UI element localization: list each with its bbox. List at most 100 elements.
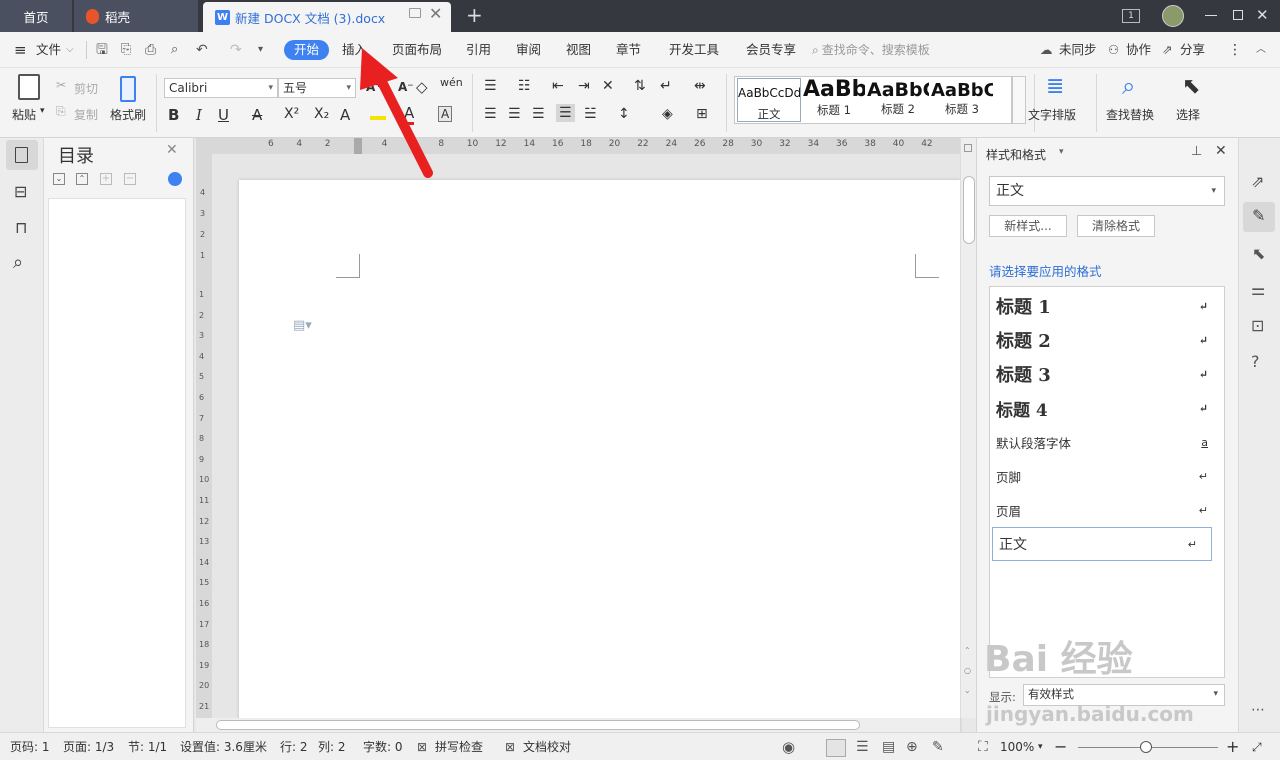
superscript-button[interactable]: X²	[284, 106, 299, 122]
ruler-toggle-icon[interactable]	[964, 144, 972, 152]
tab-view[interactable]: 视图	[566, 32, 591, 68]
minimize-icon[interactable]	[1205, 15, 1217, 16]
outline-view-icon[interactable]: ☰	[856, 733, 869, 760]
window-count-icon[interactable]: 1	[1122, 9, 1140, 23]
close-tab-icon[interactable]: ✕	[429, 4, 442, 23]
styles-scroll[interactable]	[1012, 76, 1026, 124]
expand-icon[interactable]: ⌄	[53, 173, 65, 185]
tab-chapter[interactable]: 章节	[616, 32, 641, 68]
collab-button[interactable]: 协作	[1126, 32, 1151, 68]
distribute-icon[interactable]: ☱	[584, 106, 597, 122]
status-col[interactable]: 列: 2	[318, 733, 346, 760]
numbered-list-icon[interactable]: ☷	[518, 78, 531, 94]
subscript-button[interactable]: X₂	[314, 106, 329, 122]
style-item-normal[interactable]: 正文 ↵	[992, 527, 1212, 561]
prev-page-icon[interactable]: ⌃	[964, 646, 971, 655]
tab-home[interactable]: 首页	[0, 0, 72, 32]
chevron-down-icon[interactable]: ⌵	[66, 32, 74, 68]
close-window-icon[interactable]: ✕	[1256, 6, 1269, 24]
pin-icon[interactable]: ⊥	[1191, 144, 1202, 159]
eye-protect-icon[interactable]: ◉	[782, 733, 795, 760]
chevron-down-icon[interactable]: ▾	[1038, 733, 1043, 760]
print-icon[interactable]: ⎙	[145, 32, 156, 68]
status-setting[interactable]: 设置值: 3.6厘米	[180, 733, 267, 760]
font-name-select[interactable]: Calibri ▾	[164, 78, 278, 98]
chevron-down-icon[interactable]: ▾	[1059, 147, 1064, 157]
proofread-button[interactable]: 文档校对	[523, 733, 571, 760]
browse-object-icon[interactable]: ○	[964, 666, 971, 675]
justify-icon[interactable]: ☰	[556, 104, 575, 122]
adjust-icon[interactable]: ⚌	[1251, 280, 1265, 299]
sort-icon[interactable]: ⇅	[634, 78, 646, 94]
next-page-icon[interactable]: ⌄	[964, 686, 971, 695]
new-tab-icon[interactable]: +	[466, 3, 483, 27]
backup-icon[interactable]: ⊡	[1251, 316, 1264, 335]
smart-toc-icon[interactable]	[168, 172, 182, 186]
menu-file[interactable]: 文件	[36, 32, 61, 68]
help-icon[interactable]: ?	[1251, 352, 1260, 371]
tab-reference[interactable]: 引用	[466, 32, 491, 68]
zoom-level[interactable]: 100%	[1000, 733, 1034, 760]
undo-icon[interactable]: ↶	[196, 32, 208, 68]
status-pages[interactable]: 页面: 1/3	[63, 733, 114, 760]
export-icon[interactable]: ⎘	[121, 32, 131, 68]
redo-icon[interactable]: ↷	[230, 32, 242, 68]
document-page[interactable]: ▤▾	[239, 180, 960, 740]
hamburger-icon[interactable]: ≡	[14, 32, 27, 68]
cut-button[interactable]: 剪切	[74, 80, 98, 97]
remove-level-icon[interactable]: −	[124, 173, 136, 185]
align-right-icon[interactable]: ☰	[532, 106, 545, 122]
style-pen-icon[interactable]: ✎	[1252, 206, 1265, 225]
strikethrough-button[interactable]: A	[252, 106, 262, 124]
tab-review[interactable]: 审阅	[516, 32, 541, 68]
more-options-icon[interactable]: ⋮	[1228, 32, 1242, 68]
search-icon[interactable]: ⌕	[13, 252, 23, 273]
increase-indent-icon[interactable]: ⇥	[578, 78, 590, 94]
restore-icon[interactable]	[1233, 10, 1243, 20]
zoom-in-icon[interactable]: +	[1226, 733, 1239, 760]
style-tile-heading1[interactable]: AaBb 标题 1	[803, 77, 865, 123]
status-row[interactable]: 行: 2	[280, 733, 308, 760]
paste-button[interactable]: 粘贴	[12, 106, 36, 123]
vertical-ruler[interactable]: 4 3 2 1 1 2 3 4 5 6 7 8 9 10 11 12 13 14 15 16 17 18 19 20 21	[196, 154, 212, 718]
select-button[interactable]: 选择	[1176, 106, 1200, 123]
web-view-icon[interactable]: ⊕	[906, 733, 918, 760]
share-button[interactable]: 分享	[1180, 32, 1205, 68]
print-preview-icon[interactable]: ⌕	[171, 32, 178, 68]
underline-button[interactable]: U	[218, 106, 229, 124]
style-item-footer[interactable]: 页脚 ↵	[990, 459, 1222, 493]
tab-stops-icon[interactable]: ⇹	[694, 78, 706, 94]
spell-check-button[interactable]: 拼写检查	[435, 733, 483, 760]
style-tile-heading2[interactable]: AaBbC 标题 2	[867, 77, 929, 123]
line-spacing-icon[interactable]: ↕	[618, 106, 630, 122]
format-painter-icon[interactable]	[120, 76, 136, 102]
more-icon[interactable]: ⋯	[1251, 702, 1265, 718]
align-left-icon[interactable]: ☰	[484, 106, 497, 122]
clear-format-button[interactable]: 清除格式	[1077, 215, 1155, 237]
show-marks-icon[interactable]: ↵	[660, 78, 672, 94]
style-item-header[interactable]: 页眉 ↵	[990, 493, 1222, 527]
tab-daoke[interactable]: 稻壳	[74, 0, 198, 32]
style-tile-heading3[interactable]: AaBbC 标题 3	[931, 77, 993, 123]
paste-icon[interactable]	[18, 74, 40, 100]
reading-view-icon[interactable]: ▤	[882, 733, 895, 760]
bookmark-icon[interactable]: ⊓	[15, 218, 27, 237]
more-quick-icon[interactable]: ▾	[258, 32, 263, 68]
decrease-indent-icon[interactable]: ⇤	[552, 78, 564, 94]
toc-icon[interactable]	[15, 147, 28, 163]
borders-icon[interactable]: ⊞	[696, 106, 708, 122]
style-item-heading1[interactable]: 标题 1 ↵	[990, 289, 1222, 323]
italic-button[interactable]: I	[196, 106, 202, 124]
align-center-icon[interactable]: ☰	[508, 106, 521, 122]
close-pane-icon[interactable]: ✕	[1215, 143, 1227, 159]
zoom-slider-thumb[interactable]	[1140, 741, 1152, 753]
scroll-thumb[interactable]	[963, 176, 975, 244]
fullscreen-icon[interactable]: ⤢	[1252, 733, 1262, 760]
status-section[interactable]: 节: 1/1	[128, 733, 167, 760]
pin-window-icon[interactable]	[409, 8, 421, 18]
vertical-scrollbar[interactable]: ⌃ ○ ⌄	[960, 138, 976, 718]
save-icon[interactable]: 🖫	[96, 32, 108, 68]
style-item-heading4[interactable]: 标题 4 ↵	[990, 391, 1222, 425]
paragraph-menu-icon[interactable]: ▤▾	[293, 318, 312, 333]
scroll-thumb[interactable]	[216, 720, 860, 730]
